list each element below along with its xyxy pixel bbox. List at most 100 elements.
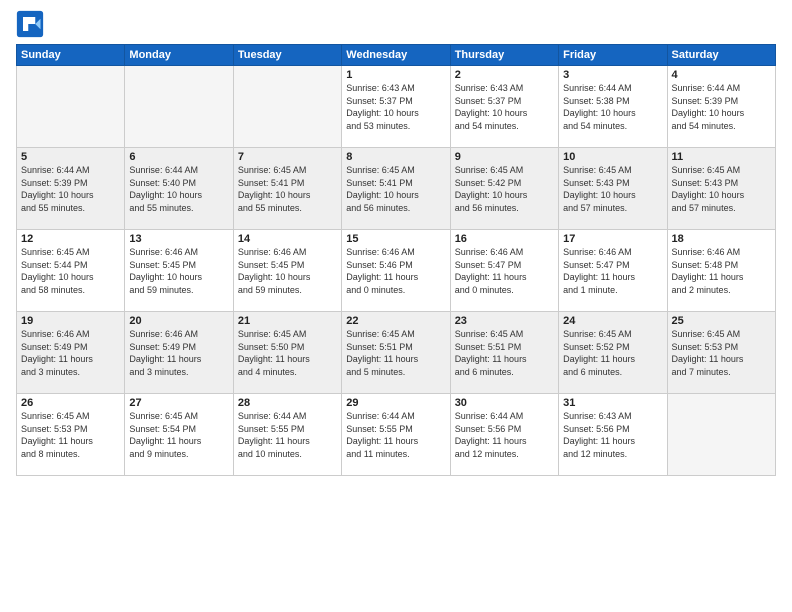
calendar-header-tuesday: Tuesday: [233, 45, 341, 66]
calendar-week-4: 19 Sunrise: 6:46 AM Sunset: 5:49 PM Dayli…: [17, 312, 776, 394]
calendar-cell: 28Sunrise: 6:44 AM Sunset: 5:55 PM Dayli…: [233, 394, 341, 476]
day-info: Sunrise: 6:44 AM Sunset: 5:55 PM Dayligh…: [346, 410, 445, 460]
day-info: Sunrise: 6:45 AM Sunset: 5:50 PM Dayligh…: [238, 328, 337, 378]
calendar-cell: 24Sunrise: 6:45 AM Sunset: 5:52 PM Dayli…: [559, 312, 667, 394]
day-info: Sunrise: 6:43 AM Sunset: 5:37 PM Dayligh…: [346, 82, 445, 132]
day-number: 12: [21, 233, 120, 245]
calendar-cell: 11Sunrise: 6:45 AM Sunset: 5:43 PM Dayli…: [667, 148, 775, 230]
calendar-cell: 2Sunrise: 6:43 AM Sunset: 5:37 PM Daylig…: [450, 66, 558, 148]
day-number: 27: [129, 397, 228, 409]
day-number: 2: [455, 69, 554, 81]
calendar-header-monday: Monday: [125, 45, 233, 66]
calendar-cell: 20Sunrise: 6:46 AM Sunset: 5:49 PM Dayli…: [125, 312, 233, 394]
calendar-week-2: 5Sunrise: 6:44 AM Sunset: 5:39 PM Daylig…: [17, 148, 776, 230]
calendar-cell: 9Sunrise: 6:45 AM Sunset: 5:42 PM Daylig…: [450, 148, 558, 230]
calendar-cell: 7Sunrise: 6:45 AM Sunset: 5:41 PM Daylig…: [233, 148, 341, 230]
calendar-cell: [233, 66, 341, 148]
calendar-cell: 14Sunrise: 6:46 AM Sunset: 5:45 PM Dayli…: [233, 230, 341, 312]
day-info: Sunrise: 6:46 AM Sunset: 5:47 PM Dayligh…: [455, 246, 554, 296]
calendar-header-wednesday: Wednesday: [342, 45, 450, 66]
calendar-table: SundayMondayTuesdayWednesdayThursdayFrid…: [16, 44, 776, 476]
day-info: Sunrise: 6:44 AM Sunset: 5:56 PM Dayligh…: [455, 410, 554, 460]
calendar-cell: 12Sunrise: 6:45 AM Sunset: 5:44 PM Dayli…: [17, 230, 125, 312]
day-number: 24: [563, 315, 662, 327]
logo-icon: [16, 10, 44, 38]
calendar-week-5: 26Sunrise: 6:45 AM Sunset: 5:53 PM Dayli…: [17, 394, 776, 476]
day-number: 9: [455, 151, 554, 163]
day-info: Sunrise: 6:44 AM Sunset: 5:38 PM Dayligh…: [563, 82, 662, 132]
day-number: 29: [346, 397, 445, 409]
day-number: 14: [238, 233, 337, 245]
day-number: 10: [563, 151, 662, 163]
header: [16, 10, 776, 38]
day-info: Sunrise: 6:46 AM Sunset: 5:49 PM Dayligh…: [129, 328, 228, 378]
day-number: 30: [455, 397, 554, 409]
calendar-header-row: SundayMondayTuesdayWednesdayThursdayFrid…: [17, 45, 776, 66]
day-number: 21: [238, 315, 337, 327]
calendar-cell: 25Sunrise: 6:45 AM Sunset: 5:53 PM Dayli…: [667, 312, 775, 394]
day-info: Sunrise: 6:43 AM Sunset: 5:56 PM Dayligh…: [563, 410, 662, 460]
day-number: 11: [672, 151, 771, 163]
calendar-header-thursday: Thursday: [450, 45, 558, 66]
day-info: Sunrise: 6:45 AM Sunset: 5:42 PM Dayligh…: [455, 164, 554, 214]
day-number: 5: [21, 151, 120, 163]
day-number: 28: [238, 397, 337, 409]
day-number: 26: [21, 397, 120, 409]
day-info: Sunrise: 6:45 AM Sunset: 5:43 PM Dayligh…: [563, 164, 662, 214]
calendar-cell: 8Sunrise: 6:45 AM Sunset: 5:41 PM Daylig…: [342, 148, 450, 230]
day-info: Sunrise: 6:45 AM Sunset: 5:53 PM Dayligh…: [672, 328, 771, 378]
calendar-cell: 16Sunrise: 6:46 AM Sunset: 5:47 PM Dayli…: [450, 230, 558, 312]
calendar-header-saturday: Saturday: [667, 45, 775, 66]
day-number: 13: [129, 233, 228, 245]
day-info: Sunrise: 6:46 AM Sunset: 5:45 PM Dayligh…: [129, 246, 228, 296]
day-number: 4: [672, 69, 771, 81]
day-info: Sunrise: 6:46 AM Sunset: 5:46 PM Dayligh…: [346, 246, 445, 296]
day-number: 19: [21, 315, 120, 327]
day-number: 31: [563, 397, 662, 409]
day-info: Sunrise: 6:45 AM Sunset: 5:54 PM Dayligh…: [129, 410, 228, 460]
calendar-cell: 31Sunrise: 6:43 AM Sunset: 5:56 PM Dayli…: [559, 394, 667, 476]
day-info: Sunrise: 6:44 AM Sunset: 5:39 PM Dayligh…: [21, 164, 120, 214]
day-info: Sunrise: 6:46 AM Sunset: 5:45 PM Dayligh…: [238, 246, 337, 296]
day-number: 7: [238, 151, 337, 163]
calendar-cell: [17, 66, 125, 148]
day-number: 25: [672, 315, 771, 327]
day-number: 15: [346, 233, 445, 245]
calendar-cell: 10Sunrise: 6:45 AM Sunset: 5:43 PM Dayli…: [559, 148, 667, 230]
calendar-cell: 5Sunrise: 6:44 AM Sunset: 5:39 PM Daylig…: [17, 148, 125, 230]
day-info: Sunrise: 6:43 AM Sunset: 5:37 PM Dayligh…: [455, 82, 554, 132]
calendar-cell: 19Sunrise: 6:46 AM Sunset: 5:49 PM Dayli…: [17, 312, 125, 394]
calendar-cell: 15Sunrise: 6:46 AM Sunset: 5:46 PM Dayli…: [342, 230, 450, 312]
calendar-cell: 27Sunrise: 6:45 AM Sunset: 5:54 PM Dayli…: [125, 394, 233, 476]
calendar-cell: 17Sunrise: 6:46 AM Sunset: 5:47 PM Dayli…: [559, 230, 667, 312]
calendar-week-1: 1Sunrise: 6:43 AM Sunset: 5:37 PM Daylig…: [17, 66, 776, 148]
day-info: Sunrise: 6:45 AM Sunset: 5:43 PM Dayligh…: [672, 164, 771, 214]
calendar-cell: 26Sunrise: 6:45 AM Sunset: 5:53 PM Dayli…: [17, 394, 125, 476]
day-info: Sunrise: 6:44 AM Sunset: 5:40 PM Dayligh…: [129, 164, 228, 214]
calendar-cell: 23Sunrise: 6:45 AM Sunset: 5:51 PM Dayli…: [450, 312, 558, 394]
calendar-cell: 22Sunrise: 6:45 AM Sunset: 5:51 PM Dayli…: [342, 312, 450, 394]
day-info: Sunrise: 6:45 AM Sunset: 5:41 PM Dayligh…: [346, 164, 445, 214]
calendar-cell: 18Sunrise: 6:46 AM Sunset: 5:48 PM Dayli…: [667, 230, 775, 312]
calendar-cell: 29Sunrise: 6:44 AM Sunset: 5:55 PM Dayli…: [342, 394, 450, 476]
day-info: Sunrise: 6:45 AM Sunset: 5:44 PM Dayligh…: [21, 246, 120, 296]
page: SundayMondayTuesdayWednesdayThursdayFrid…: [0, 0, 792, 612]
calendar-cell: 13Sunrise: 6:46 AM Sunset: 5:45 PM Dayli…: [125, 230, 233, 312]
day-info: Sunrise: 6:45 AM Sunset: 5:52 PM Dayligh…: [563, 328, 662, 378]
calendar-cell: [667, 394, 775, 476]
day-number: 16: [455, 233, 554, 245]
day-info: Sunrise: 6:44 AM Sunset: 5:39 PM Dayligh…: [672, 82, 771, 132]
day-number: 17: [563, 233, 662, 245]
calendar-cell: 21Sunrise: 6:45 AM Sunset: 5:50 PM Dayli…: [233, 312, 341, 394]
day-number: 23: [455, 315, 554, 327]
calendar-header-sunday: Sunday: [17, 45, 125, 66]
day-number: 20: [129, 315, 228, 327]
calendar-cell: 6Sunrise: 6:44 AM Sunset: 5:40 PM Daylig…: [125, 148, 233, 230]
day-info: Sunrise: 6:45 AM Sunset: 5:51 PM Dayligh…: [346, 328, 445, 378]
calendar-cell: 1Sunrise: 6:43 AM Sunset: 5:37 PM Daylig…: [342, 66, 450, 148]
day-info: Sunrise: 6:46 AM Sunset: 5:47 PM Dayligh…: [563, 246, 662, 296]
calendar-cell: [125, 66, 233, 148]
calendar-header-friday: Friday: [559, 45, 667, 66]
day-number: 8: [346, 151, 445, 163]
day-info: Sunrise: 6:45 AM Sunset: 5:41 PM Dayligh…: [238, 164, 337, 214]
